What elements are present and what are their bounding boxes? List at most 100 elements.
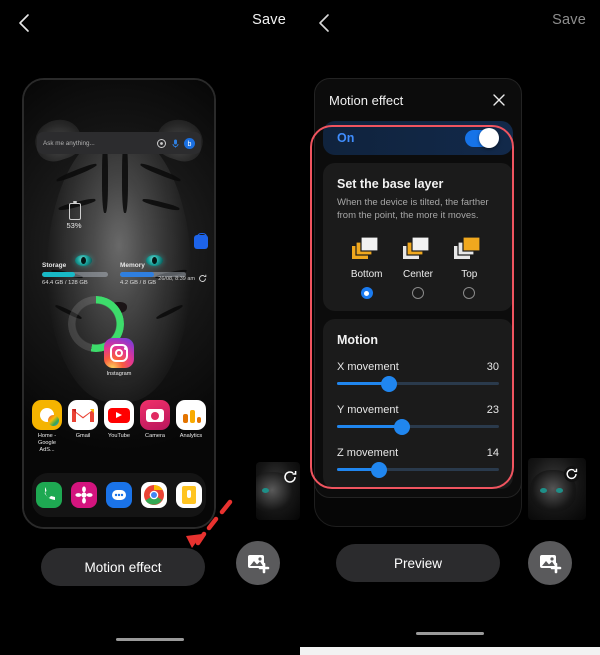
radio-top[interactable] [463,287,476,300]
search-input[interactable]: Ask me anything... b [37,132,201,154]
slider-thumb[interactable] [380,375,397,392]
motion-effect-button-label: Motion effect [84,559,162,575]
battery-widget: 53% [46,188,124,352]
base-layer-option-top[interactable]: Top [444,234,495,300]
motion-heading: Motion [337,333,378,348]
x-movement-value: 30 [486,361,499,374]
z-movement-label: Z movement [337,447,399,460]
y-movement-label: Y movement [337,404,399,417]
widget-timestamp: 26/08, 8:39 am [158,275,195,282]
add-image-button[interactable] [528,541,572,585]
z-movement-value: 14 [486,447,499,460]
right-pane: Save Motion effect On Set the base layer… [300,0,600,655]
base-layer-options: Bottom Center Top [337,234,499,300]
app-label: YouTube [108,433,130,439]
motion-effect-toggle-row[interactable]: On [323,121,513,155]
messages-icon[interactable] [105,482,132,508]
slider-thumb[interactable] [371,461,388,478]
z-movement-slider[interactable] [337,461,499,478]
app-label: Home - Google AdS... [37,433,57,453]
home-indicator [416,632,484,635]
annotation-arrow-icon [182,498,236,550]
lens-icon[interactable] [156,138,167,149]
layers-top-icon [452,234,486,264]
search-placeholder: Ask me anything... [43,139,95,147]
google-ads-icon[interactable] [32,400,62,430]
save-button[interactable]: Save [552,12,586,28]
app-youtube[interactable]: YouTube [102,400,136,440]
motion-effect-switch[interactable] [465,128,499,148]
wallpaper: Ask me anything... b 53% Storage 64.4 GB… [24,80,214,527]
sheet-header: Motion effect [315,79,521,121]
motion-card: Motion X movement 30 Y movement 23 Z mov… [323,319,513,490]
wallpaper-thumbnail[interactable] [528,458,586,520]
left-pane: Save Ask me anything... b 53% Storage 64… [0,0,300,655]
toggle-state-label: On [337,131,355,145]
phone-battery-icon [69,201,81,220]
add-image-icon [540,555,562,574]
youtube-icon[interactable] [104,400,134,430]
app-camera[interactable]: Camera [138,400,172,440]
svg-text:b: b [188,141,192,148]
refresh-icon[interactable] [564,466,580,482]
y-movement-slider[interactable] [337,418,499,435]
refresh-icon[interactable] [198,274,207,283]
phone-preview: Ask me anything... b 53% Storage 64.4 GB… [22,78,216,529]
close-icon[interactable] [491,92,507,108]
app-gmail[interactable]: Gmail [66,400,100,440]
app-label: Instagram [106,371,132,377]
save-button[interactable]: Save [252,12,286,28]
screenshot-root: Save Ask me anything... b 53% Storage 64… [0,0,600,655]
refresh-icon[interactable] [282,469,298,485]
add-image-button[interactable] [236,541,280,585]
x-movement-row: X movement 30 [337,361,499,373]
radio-center[interactable] [411,287,424,300]
instagram-icon[interactable] [104,338,134,368]
radio-bottom[interactable] [360,287,373,300]
gmail-icon[interactable] [68,400,98,430]
layers-center-icon [401,234,435,264]
wallpaper-thumbnail[interactable] [256,462,300,520]
home-indicator [116,638,184,641]
shopping-bag-icon[interactable] [194,232,208,249]
app-label: Gmail [75,433,91,439]
base-layer-option-bottom[interactable]: Bottom [341,234,392,300]
sheet-title: Motion effect [329,92,404,108]
app-label: Camera [145,433,165,439]
x-movement-slider[interactable] [337,375,499,392]
battery-percent-label: 53% [66,221,82,230]
motion-effect-sheet: Motion effect On Set the base layer When… [314,78,522,499]
bixby-icon[interactable]: b [184,137,195,149]
preview-button[interactable]: Preview [336,544,500,582]
back-icon[interactable] [313,11,335,35]
base-layer-option-center[interactable]: Center [392,234,443,300]
left-topbar: Save [0,0,300,46]
google-analytics-icon[interactable] [176,400,206,430]
phone-icon[interactable] [36,482,63,508]
dock [32,473,206,517]
option-label: Center [402,269,433,281]
back-icon[interactable] [13,11,35,35]
chrome-icon[interactable] [140,482,167,508]
storage-meter: Storage 64.4 GB / 128 GB [42,262,108,286]
slider-thumb[interactable] [393,418,410,435]
layers-bottom-icon [350,234,384,264]
right-topbar: Save [300,0,600,46]
y-movement-value: 23 [486,404,499,417]
motion-effect-button[interactable]: Motion effect [41,548,205,586]
add-image-icon [248,555,270,574]
contacts-icon[interactable] [71,482,98,508]
y-movement-row: Y movement 23 [337,404,499,416]
widget-refresh-row[interactable]: 26/08, 8:39 am [158,274,207,283]
storage-label: Storage [42,262,67,269]
app-instagram[interactable]: Instagram [102,338,136,378]
z-movement-row: Z movement 14 [337,447,499,459]
bottom-white-strip [300,647,600,655]
camera-icon[interactable] [140,400,170,430]
base-layer-heading: Set the base layer [337,177,444,191]
app-analytics[interactable]: Analytics [174,400,208,440]
app-google-ads[interactable]: Home - Google AdS... [30,400,64,454]
x-movement-label: X movement [337,361,399,374]
base-layer-description: When the device is tilted, the farther f… [337,197,489,222]
microphone-icon[interactable] [170,138,181,149]
